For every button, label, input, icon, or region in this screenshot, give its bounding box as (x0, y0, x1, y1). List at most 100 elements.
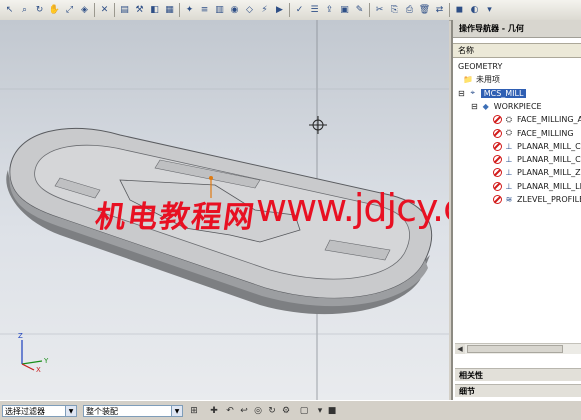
operation-navigator: 操作导航器 - 几何 名称 GEOMETRY 📁 未用项 ⊟ ⌖ MCS_MILL ⊟ ◆ WO… (451, 20, 581, 400)
cut-icon[interactable]: ✂ (373, 3, 386, 16)
tree-item[interactable]: 📁 未用项 (463, 73, 500, 86)
tree-item[interactable]: ≋ ZLEVEL_PROFILE (493, 193, 581, 206)
workpiece-icon: ◆ (482, 101, 489, 111)
rotate-icon[interactable]: ↻ (266, 405, 278, 417)
geometry-view-icon[interactable]: ◉ (228, 3, 241, 16)
settings-icon[interactable]: ⚙ (280, 405, 292, 417)
tree-item[interactable]: ⊥ PLANAR_MILL_C (493, 153, 581, 166)
chevron-down-icon[interactable]: ▼ (171, 406, 182, 416)
edit-icon[interactable]: ✎ (353, 3, 366, 16)
face-milling-icon: ⛭ (505, 114, 513, 124)
close-icon[interactable]: ✕ (98, 3, 111, 16)
chevron-down-icon[interactable]: ▼ (65, 406, 76, 416)
axis-triad: Z Y X (18, 332, 49, 373)
face-milling-icon: ⛭ (505, 128, 513, 137)
lasso-icon[interactable]: ◎ (252, 405, 264, 417)
details-section[interactable]: 细节 (455, 384, 581, 397)
status-error-icon (493, 181, 502, 191)
graphics-viewport[interactable]: 机电教程网 www.jdjcy.com Z Y X (0, 20, 449, 400)
create-program-icon[interactable]: ▤ (118, 3, 131, 16)
scroll-thumb[interactable] (467, 345, 563, 353)
generate-icon[interactable]: ⚡ (258, 3, 271, 16)
geometry-tree: GEOMETRY 📁 未用项 ⊟ ⌖ MCS_MILL ⊟ ◆ WORKPIECE ⛭ FACE_M… (453, 58, 581, 348)
list-icon[interactable]: ☰ (308, 3, 321, 16)
snap-point-icon[interactable]: ✚ (208, 405, 220, 417)
tree-item-label: ZLEVEL_PROFILE (517, 195, 581, 204)
shop-doc-icon[interactable]: ▣ (338, 3, 351, 16)
dependencies-section[interactable]: 相关性 (455, 368, 581, 381)
tree-item[interactable]: ⛭ FACE_MILLING_A (493, 113, 581, 126)
triad-x-label: X (36, 366, 41, 373)
planar-mill-icon: ⊥ (505, 181, 513, 191)
more-icon[interactable]: ▾ (483, 3, 496, 16)
tree-item[interactable]: ⊥ PLANAR_MILL_LL (493, 180, 581, 193)
tree-item-label: FACE_MILLING (517, 128, 574, 138)
object-icon[interactable]: ◼ (453, 3, 466, 16)
program-view-icon[interactable]: ≡ (198, 3, 211, 16)
horizontal-scrollbar[interactable]: ◀ (455, 343, 581, 354)
status-error-icon (493, 168, 502, 178)
watermark-chinese: 机电教程网 (93, 200, 258, 235)
status-error-icon (493, 141, 502, 151)
toolbar-separator (449, 3, 450, 17)
create-method-icon[interactable]: ▦ (163, 3, 176, 16)
tree-item[interactable]: ⛭ FACE_MILLING (493, 127, 574, 140)
create-operation-icon[interactable]: ✦ (183, 3, 196, 16)
unused-folder-icon: 📁 (463, 75, 473, 85)
scroll-left-icon[interactable]: ◀ (455, 344, 465, 354)
selection-filter-combo[interactable]: 选择过滤器 ▼ (2, 405, 77, 417)
view-cube-icon[interactable]: ■ (326, 405, 338, 417)
tree-item[interactable]: GEOMETRY (458, 60, 502, 73)
selection-bar: 选择过滤器 ▼ 整个装配 ▼ ⊞ ✚ ↶ ↩ ◎ ↻ ⚙ ▢ ▾ ■ (0, 400, 581, 420)
delete-icon[interactable]: 🗑 (418, 3, 431, 16)
collapse-icon[interactable]: ⊟ (458, 89, 465, 98)
machine-tool-view-icon[interactable]: ▥ (213, 3, 226, 16)
create-tool-icon[interactable]: ⚒ (133, 3, 146, 16)
tree-item-label: GEOMETRY (458, 62, 503, 71)
watermark-url: www.jdjcy.com (256, 186, 449, 230)
transform-icon[interactable]: ⇄ (433, 3, 446, 16)
assembly-scope-value: 整个装配 (86, 406, 118, 416)
tree-item[interactable]: ⊟ ⌖ MCS_MILL (458, 87, 527, 100)
collapse-icon[interactable]: ⊟ (471, 102, 478, 111)
undo-icon[interactable]: ↶ (224, 405, 236, 417)
tree-item[interactable]: ⊥ PLANAR_MILL_ZI (493, 166, 581, 179)
toolbar-separator (369, 3, 370, 17)
status-error-icon (493, 195, 502, 204)
filter-icon[interactable]: ⊞ (188, 405, 200, 417)
mcs-icon: ⌖ (470, 88, 475, 98)
assembly-scope-combo[interactable]: 整个装配 ▼ (83, 405, 183, 417)
zoom-icon[interactable]: ⌕ (18, 3, 31, 16)
zlevel-icon: ≋ (505, 195, 513, 204)
triad-y-label: Y (43, 357, 49, 365)
copy-icon[interactable]: ⎘ (388, 3, 401, 16)
display-icon[interactable]: ◐ (468, 3, 481, 16)
select-icon[interactable]: ↖ (3, 3, 16, 16)
dropdown-icon[interactable]: ▾ (314, 405, 326, 417)
pan-icon[interactable]: ✋ (48, 3, 61, 16)
fit-icon[interactable]: ⤢ (63, 3, 76, 16)
replay-icon[interactable]: ▶ (273, 3, 286, 16)
select-box-icon[interactable]: ▢ (298, 405, 310, 417)
tree-item-label: WORKPIECE (493, 101, 542, 111)
paste-icon[interactable]: ⎙ (403, 3, 416, 16)
verify-icon[interactable]: ✓ (293, 3, 306, 16)
orient-icon[interactable]: ◈ (78, 3, 91, 16)
tree-item-label: PLANAR_MILL_C (517, 141, 581, 151)
column-header-name[interactable]: 名称 (453, 43, 581, 58)
method-view-icon[interactable]: ◇ (243, 3, 256, 16)
tree-item-label: MCS_MILL (480, 88, 527, 98)
create-geometry-icon[interactable]: ◧ (148, 3, 161, 16)
toolbar-separator (289, 3, 290, 17)
toolbar-separator (179, 3, 180, 17)
tree-item-label: 未用项 (476, 75, 500, 85)
tree-item-label: FACE_MILLING_A (517, 115, 581, 125)
tree-item[interactable]: ⊟ ◆ WORKPIECE (471, 100, 542, 113)
tree-item[interactable]: ⊥ PLANAR_MILL_C (493, 140, 581, 153)
selection-filter-value: 选择过滤器 (5, 406, 45, 416)
planar-mill-icon: ⊥ (505, 168, 513, 178)
status-error-icon (493, 128, 502, 138)
deselect-icon[interactable]: ↩ (238, 405, 250, 417)
rotate-icon[interactable]: ↻ (33, 3, 46, 16)
postprocess-icon[interactable]: ⇪ (323, 3, 336, 16)
